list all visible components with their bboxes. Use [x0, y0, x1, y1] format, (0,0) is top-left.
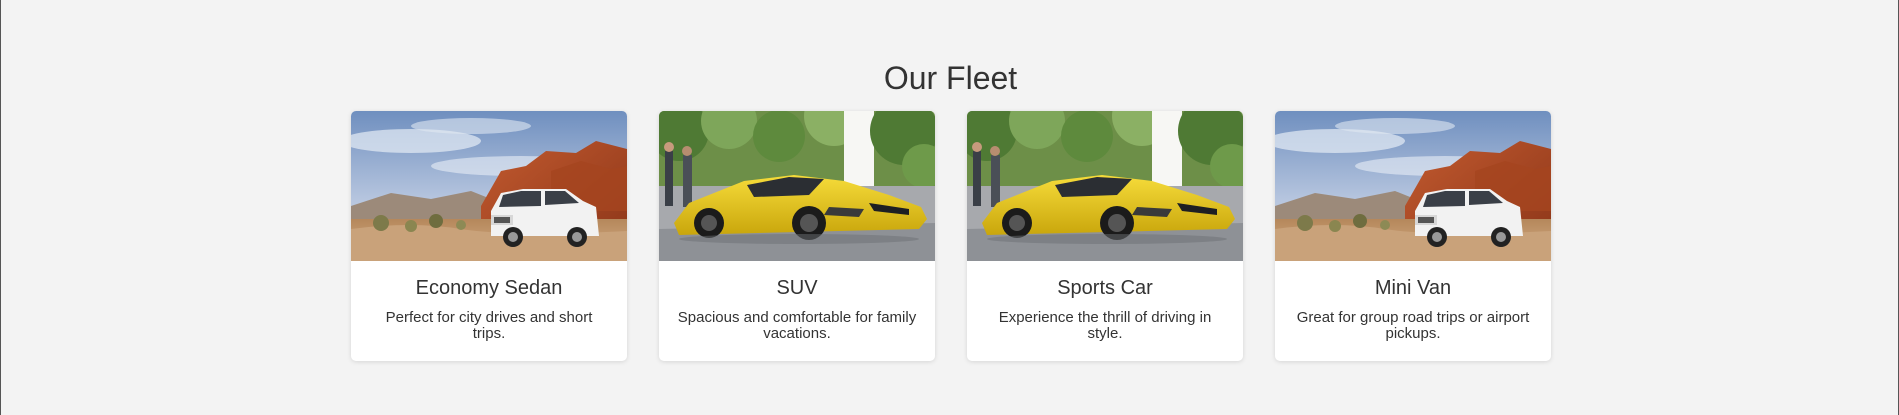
card-description: Experience the thrill of driving in styl… [998, 309, 1212, 342]
yellow-sports-car-photo [659, 111, 935, 261]
card-description: Spacious and comfortable for family vaca… [677, 309, 917, 342]
card-title: SUV [776, 277, 818, 299]
fleet-card-row: Economy Sedan Perfect for city drives an… [351, 111, 1551, 361]
fleet-card-economy-sedan: Economy Sedan Perfect for city drives an… [351, 111, 627, 361]
yellow-sports-car-photo [967, 111, 1243, 261]
white-suv-desert-photo [1275, 111, 1551, 261]
card-title: Sports Car [1057, 277, 1153, 299]
section-title: Our Fleet [883, 60, 1018, 96]
card-description: Perfect for city drives and short trips. [385, 309, 593, 342]
fleet-card-suv: SUV Spacious and comfortable for family … [659, 111, 935, 361]
card-description: Great for group road trips or airport pi… [1296, 309, 1530, 342]
white-suv-desert-photo [351, 111, 627, 261]
fleet-card-mini-van: Mini Van Great for group road trips or a… [1275, 111, 1551, 361]
card-title: Economy Sedan [415, 277, 563, 299]
fleet-card-sports-car: Sports Car Experience the thrill of driv… [967, 111, 1243, 361]
card-title: Mini Van [1374, 277, 1452, 299]
